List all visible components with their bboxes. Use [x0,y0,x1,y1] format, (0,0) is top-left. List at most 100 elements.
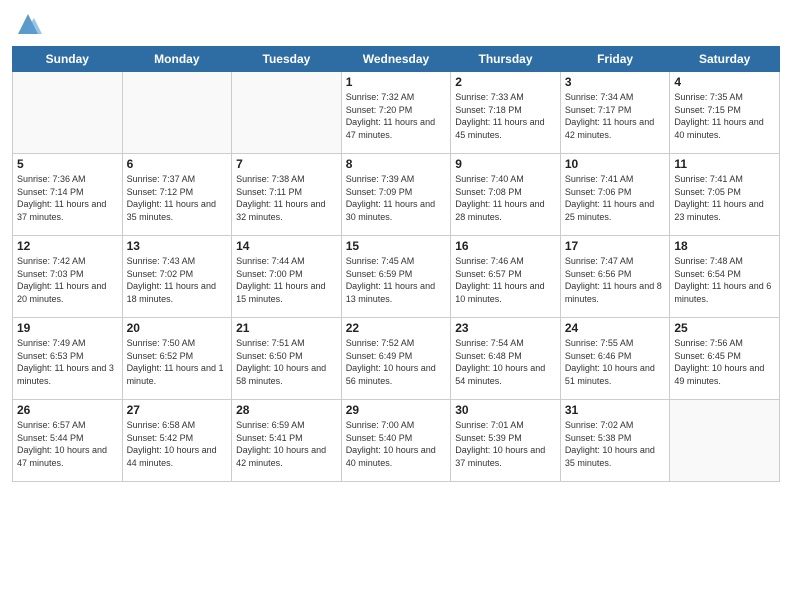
cal-cell: 1 Sunrise: 7:32 AM Sunset: 7:20 PM Daylig… [341,72,451,154]
cal-cell: 24 Sunrise: 7:55 AM Sunset: 6:46 PM Dayli… [560,318,670,400]
cal-cell: 29 Sunrise: 7:00 AM Sunset: 5:40 PM Dayli… [341,400,451,482]
day-number: 7 [236,157,337,171]
day-number: 23 [455,321,556,335]
week-row-4: 26 Sunrise: 6:57 AM Sunset: 5:44 PM Dayli… [13,400,780,482]
cell-info: Sunrise: 7:39 AM Sunset: 7:09 PM Dayligh… [346,173,447,223]
day-number: 2 [455,75,556,89]
calendar-header [12,10,780,38]
day-header-sunday: Sunday [13,47,123,72]
cell-info: Sunrise: 7:42 AM Sunset: 7:03 PM Dayligh… [17,255,118,305]
cell-info: Sunrise: 7:43 AM Sunset: 7:02 PM Dayligh… [127,255,228,305]
cell-info: Sunrise: 7:52 AM Sunset: 6:49 PM Dayligh… [346,337,447,387]
cell-info: Sunrise: 6:58 AM Sunset: 5:42 PM Dayligh… [127,419,228,469]
cal-cell: 30Sunrise: 7:01 AM Sunset: 5:39 PM Dayli… [451,400,561,482]
cal-cell: 21 Sunrise: 7:51 AM Sunset: 6:50 PM Dayli… [232,318,342,400]
cal-cell: 7 Sunrise: 7:38 AM Sunset: 7:11 PM Daylig… [232,154,342,236]
cal-cell [670,400,780,482]
day-number: 5 [17,157,118,171]
day-number: 31 [565,403,666,417]
cell-info: Sunrise: 7:50 AM Sunset: 6:52 PM Dayligh… [127,337,228,387]
day-number: 13 [127,239,228,253]
day-number: 17 [565,239,666,253]
cal-cell: 13 Sunrise: 7:43 AM Sunset: 7:02 PM Dayli… [122,236,232,318]
cell-info: Sunrise: 6:59 AM Sunset: 5:41 PM Dayligh… [236,419,337,469]
day-number: 12 [17,239,118,253]
cal-cell: 14 Sunrise: 7:44 AM Sunset: 7:00 PM Dayli… [232,236,342,318]
day-number: 4 [674,75,775,89]
day-number: 3 [565,75,666,89]
cal-cell: 27 Sunrise: 6:58 AM Sunset: 5:42 PM Dayli… [122,400,232,482]
cal-cell: 19 Sunrise: 7:49 AM Sunset: 6:53 PM Dayli… [13,318,123,400]
cell-info: Sunrise: 7:44 AM Sunset: 7:00 PM Dayligh… [236,255,337,305]
week-row-3: 19 Sunrise: 7:49 AM Sunset: 6:53 PM Dayli… [13,318,780,400]
day-number: 24 [565,321,666,335]
cell-info: Sunrise: 7:02 AM Sunset: 5:38 PM Dayligh… [565,419,666,469]
cell-info: Sunrise: 7:41 AM Sunset: 7:06 PM Dayligh… [565,173,666,223]
day-number: 15 [346,239,447,253]
days-header-row: SundayMondayTuesdayWednesdayThursdayFrid… [13,47,780,72]
cal-cell: 22 Sunrise: 7:52 AM Sunset: 6:49 PM Dayli… [341,318,451,400]
week-row-0: 1 Sunrise: 7:32 AM Sunset: 7:20 PM Daylig… [13,72,780,154]
cell-info: Sunrise: 7:35 AM Sunset: 7:15 PM Dayligh… [674,91,775,141]
day-number: 27 [127,403,228,417]
cell-info: Sunrise: 7:00 AM Sunset: 5:40 PM Dayligh… [346,419,447,469]
day-header-saturday: Saturday [670,47,780,72]
cell-info: Sunrise: 7:46 AM Sunset: 6:57 PM Dayligh… [455,255,556,305]
cal-cell: 2 Sunrise: 7:33 AM Sunset: 7:18 PM Daylig… [451,72,561,154]
calendar-table: SundayMondayTuesdayWednesdayThursdayFrid… [12,46,780,482]
day-number: 14 [236,239,337,253]
cal-cell: 28 Sunrise: 6:59 AM Sunset: 5:41 PM Dayli… [232,400,342,482]
day-number: 1 [346,75,447,89]
cal-cell: 8 Sunrise: 7:39 AM Sunset: 7:09 PM Daylig… [341,154,451,236]
logo [12,10,42,38]
calendar-body: 1 Sunrise: 7:32 AM Sunset: 7:20 PM Daylig… [13,72,780,482]
day-number: 21 [236,321,337,335]
day-number: 11 [674,157,775,171]
cal-cell: 18Sunrise: 7:48 AM Sunset: 6:54 PM Dayli… [670,236,780,318]
cell-info: Sunrise: 7:33 AM Sunset: 7:18 PM Dayligh… [455,91,556,141]
cell-info: Sunrise: 7:56 AM Sunset: 6:45 PM Dayligh… [674,337,775,387]
cal-cell: 11 Sunrise: 7:41 AM Sunset: 7:05 PM Dayli… [670,154,780,236]
cal-cell: 9Sunrise: 7:40 AM Sunset: 7:08 PM Daylig… [451,154,561,236]
cal-cell: 20Sunrise: 7:50 AM Sunset: 6:52 PM Dayli… [122,318,232,400]
cal-cell [122,72,232,154]
day-header-monday: Monday [122,47,232,72]
cell-info: Sunrise: 7:41 AM Sunset: 7:05 PM Dayligh… [674,173,775,223]
cell-info: Sunrise: 7:38 AM Sunset: 7:11 PM Dayligh… [236,173,337,223]
day-header-thursday: Thursday [451,47,561,72]
cal-cell [13,72,123,154]
logo-icon [14,10,42,38]
day-number: 8 [346,157,447,171]
cal-cell: 23 Sunrise: 7:54 AM Sunset: 6:48 PM Dayli… [451,318,561,400]
day-number: 16 [455,239,556,253]
day-number: 26 [17,403,118,417]
cal-cell: 26 Sunrise: 6:57 AM Sunset: 5:44 PM Dayli… [13,400,123,482]
day-number: 29 [346,403,447,417]
day-number: 10 [565,157,666,171]
cal-cell: 6Sunrise: 7:37 AM Sunset: 7:12 PM Daylig… [122,154,232,236]
day-header-wednesday: Wednesday [341,47,451,72]
cell-info: Sunrise: 7:34 AM Sunset: 7:17 PM Dayligh… [565,91,666,141]
day-header-friday: Friday [560,47,670,72]
day-number: 6 [127,157,228,171]
cell-info: Sunrise: 7:49 AM Sunset: 6:53 PM Dayligh… [17,337,118,387]
cal-cell: 25 Sunrise: 7:56 AM Sunset: 6:45 PM Dayli… [670,318,780,400]
cell-info: Sunrise: 7:55 AM Sunset: 6:46 PM Dayligh… [565,337,666,387]
cell-info: Sunrise: 7:40 AM Sunset: 7:08 PM Dayligh… [455,173,556,223]
day-number: 25 [674,321,775,335]
day-number: 28 [236,403,337,417]
week-row-1: 5Sunrise: 7:36 AM Sunset: 7:14 PM Daylig… [13,154,780,236]
cal-cell: 5Sunrise: 7:36 AM Sunset: 7:14 PM Daylig… [13,154,123,236]
cal-cell: 12 Sunrise: 7:42 AM Sunset: 7:03 PM Dayli… [13,236,123,318]
cell-info: Sunrise: 7:51 AM Sunset: 6:50 PM Dayligh… [236,337,337,387]
cal-cell: 15Sunrise: 7:45 AM Sunset: 6:59 PM Dayli… [341,236,451,318]
cal-cell: 16 Sunrise: 7:46 AM Sunset: 6:57 PM Dayli… [451,236,561,318]
cell-info: Sunrise: 7:54 AM Sunset: 6:48 PM Dayligh… [455,337,556,387]
day-number: 19 [17,321,118,335]
day-number: 30 [455,403,556,417]
day-number: 22 [346,321,447,335]
cell-info: Sunrise: 6:57 AM Sunset: 5:44 PM Dayligh… [17,419,118,469]
day-header-tuesday: Tuesday [232,47,342,72]
cell-info: Sunrise: 7:32 AM Sunset: 7:20 PM Dayligh… [346,91,447,141]
cal-cell: 10 Sunrise: 7:41 AM Sunset: 7:06 PM Dayli… [560,154,670,236]
